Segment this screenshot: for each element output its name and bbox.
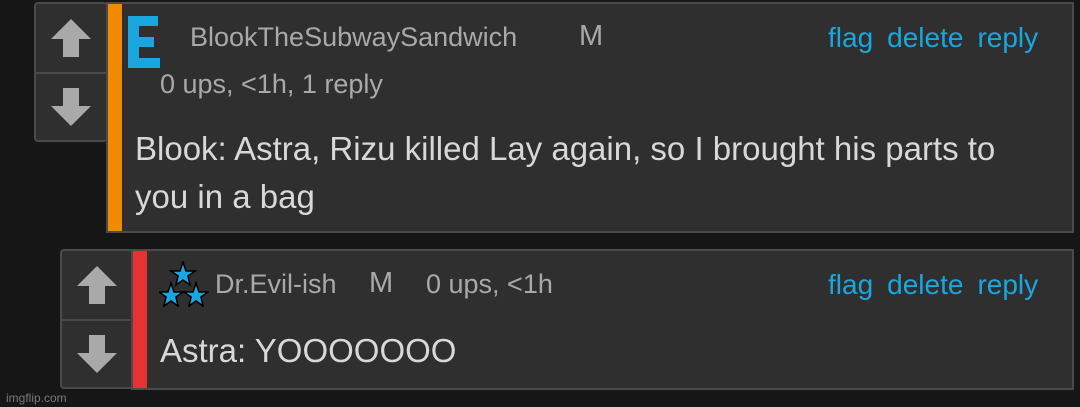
- comment2-text: Astra: YOOOOOOO: [160, 332, 457, 369]
- comment2-upvote-button[interactable]: [62, 251, 132, 319]
- comment1-reply-link[interactable]: reply: [977, 22, 1038, 54]
- comment1-text: Blook: Astra, Rizu killed Lay again, so …: [135, 130, 996, 215]
- comment2-panel: Dr.Evil-ish M 0 ups, <1h flag delete rep…: [131, 249, 1074, 390]
- comment2-downvote-button[interactable]: [62, 321, 132, 387]
- comment2-delete-link[interactable]: delete: [887, 269, 963, 301]
- three-stars-icon: [159, 261, 209, 307]
- arrow-down-icon: [77, 335, 117, 373]
- comment1-upvote-button[interactable]: [36, 4, 106, 72]
- comment2-reply-link[interactable]: reply: [977, 269, 1038, 301]
- comment1-flag-link[interactable]: flag: [828, 22, 873, 54]
- comment1-panel: BlookTheSubwaySandwich M 0 ups, <1h, 1 r…: [106, 2, 1074, 233]
- comment1-depth-stripe: [108, 4, 122, 231]
- comment2-badge: M: [369, 267, 394, 299]
- comment1-delete-link[interactable]: delete: [887, 22, 963, 54]
- comment1-downvote-button[interactable]: [36, 74, 106, 140]
- comment2-actions: flag delete reply: [828, 269, 1038, 301]
- arrow-down-icon: [51, 88, 91, 126]
- comment2-flag-link[interactable]: flag: [828, 269, 873, 301]
- comment2-vote-box: [60, 249, 134, 389]
- arrow-up-icon: [51, 19, 91, 57]
- comment2-username[interactable]: Dr.Evil-ish: [215, 269, 337, 300]
- comment1-meta: 0 ups, <1h, 1 reply: [160, 69, 383, 99]
- comment1-username[interactable]: BlookTheSubwaySandwich: [190, 22, 517, 53]
- comment1-badge: M: [579, 20, 604, 52]
- comment2-meta: 0 ups, <1h: [426, 269, 553, 299]
- watermark: imgflip.com: [6, 391, 67, 405]
- comment1-vote-box: [34, 2, 108, 142]
- comment2-depth-stripe: [133, 251, 147, 388]
- comment1-actions: flag delete reply: [828, 22, 1038, 54]
- letter-e-icon: [128, 16, 160, 68]
- arrow-up-icon: [77, 266, 117, 304]
